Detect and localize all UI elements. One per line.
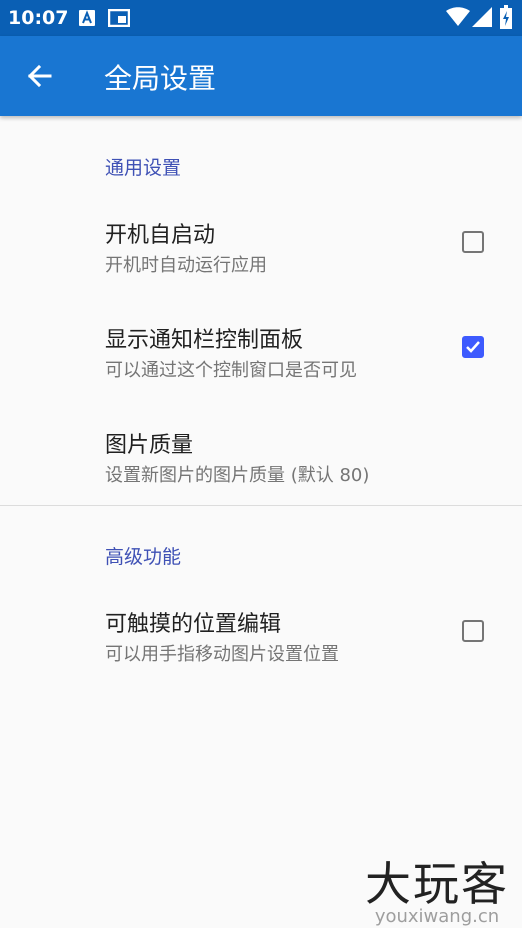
a-notification-icon [78,9,96,31]
pref-image-quality[interactable]: 图片质量 设置新图片的图片质量 (默认 80) [0,427,522,527]
pref-notification-panel[interactable]: 显示通知栏控制面板 可以通过这个控制窗口是否可见 [0,322,522,422]
pref-auto-start[interactable]: 开机自启动 开机时自动运行应用 [0,217,522,317]
battery-charging-icon [500,5,512,33]
pref-title: 开机自启动 [105,223,216,248]
page-title: 全局设置 [104,62,217,95]
pref-summary: 开机时自动运行应用 [105,255,267,276]
wifi-icon [446,7,470,31]
signal-icon [472,7,492,31]
watermark-logo: 大玩客 [365,857,509,911]
section-header-advanced: 高级功能 [105,546,182,568]
pref-title: 可触摸的位置编辑 [105,612,282,637]
pref-title: 显示通知栏控制面板 [105,328,304,353]
pref-summary: 设置新图片的图片质量 (默认 80) [105,465,370,486]
pref-touch-position-edit[interactable]: 可触摸的位置编辑 可以用手指移动图片设置位置 [0,606,522,706]
watermark: 大玩客 youxiwang.cn [352,860,522,926]
auto-start-checkbox[interactable] [462,231,484,253]
touch-position-edit-checkbox[interactable] [462,620,484,642]
status-time: 10:07 [8,7,69,29]
section-header-general: 通用设置 [105,157,182,179]
watermark-url: youxiwang.cn [374,906,500,927]
pref-title: 图片质量 [105,433,194,458]
cast-icon [107,8,131,31]
pref-summary: 可以用手指移动图片设置位置 [105,644,339,665]
section-divider [0,505,522,506]
notification-panel-checkbox[interactable] [462,336,484,358]
pref-summary: 可以通过这个控制窗口是否可见 [105,360,357,381]
status-bar: 10:07 [0,0,522,36]
arrow-back-icon [20,64,60,100]
back-button[interactable] [20,56,60,96]
app-bar: 全局设置 [0,36,522,116]
